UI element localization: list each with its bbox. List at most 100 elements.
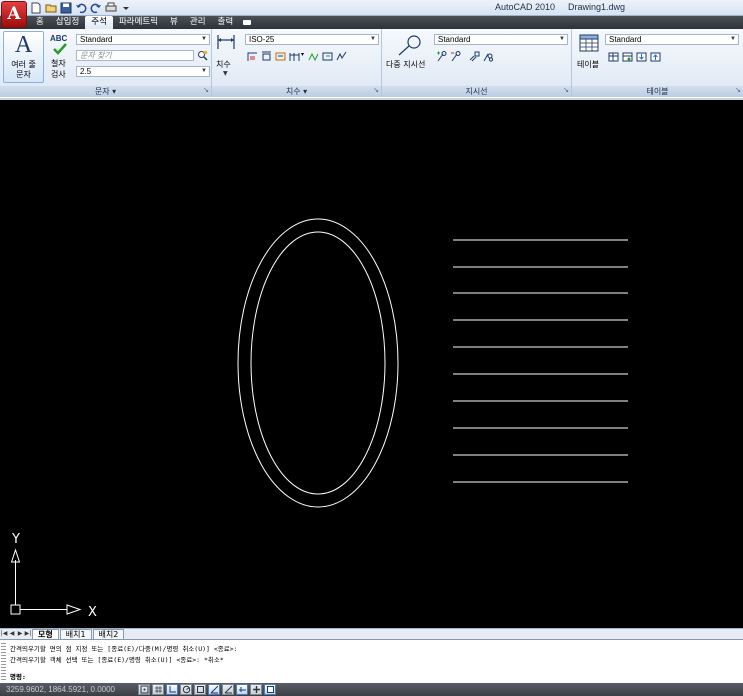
link-data-icon[interactable]	[622, 51, 633, 62]
dynamic-input-icon[interactable]	[236, 684, 248, 695]
last-layout-icon[interactable]: ▶|	[24, 629, 32, 639]
ortho-mode-icon[interactable]	[166, 684, 178, 695]
multileader-icon	[398, 35, 421, 56]
chevron-down-icon: ▼	[559, 36, 565, 42]
spell-label-line1: 철자	[51, 59, 66, 68]
dimension-style-value: ISO-25	[249, 35, 275, 44]
prev-layout-icon[interactable]: ◀	[8, 629, 16, 639]
dropdown-icon[interactable]	[120, 2, 132, 14]
table-button[interactable]: 테이블	[575, 32, 603, 82]
dimension-panel-title: 치수	[285, 87, 301, 96]
mtext-button[interactable]: A 여러 줄 문자	[3, 31, 44, 83]
command-window-grip[interactable]	[1, 643, 6, 681]
chevron-down-icon: ▼	[201, 68, 207, 74]
app-title: AutoCAD 2010	[495, 2, 556, 12]
table-icon	[579, 34, 599, 52]
polar-tracking-icon[interactable]	[180, 684, 192, 695]
jogged-linear-icon[interactable]	[336, 51, 347, 62]
find-replace-icon[interactable]	[197, 50, 208, 61]
text-panel-title: 문자	[94, 87, 110, 96]
text-panel-label[interactable]: 문자 ▾ ↘	[0, 86, 211, 97]
text-height-value: 2.5	[80, 67, 92, 76]
chevron-down-icon: ▼	[370, 36, 376, 42]
download-from-source-icon[interactable]	[636, 51, 647, 62]
dynamic-ucs-icon[interactable]	[222, 684, 234, 695]
add-leader-icon[interactable]	[436, 51, 447, 62]
text-height-select[interactable]: 2.5 ▼	[76, 66, 210, 77]
find-text-placeholder: 문자 찾기	[80, 51, 112, 60]
save-icon[interactable]	[60, 2, 72, 14]
table-panel-label[interactable]: 테이블 ↘	[572, 86, 743, 97]
inner-ellipse[interactable]	[250, 231, 386, 495]
snap-mode-icon[interactable]	[138, 684, 150, 695]
text-style-select[interactable]: Standard ▼	[76, 34, 210, 45]
multileader-style-select[interactable]: Standard ▼	[434, 34, 568, 45]
lineweight-icon[interactable]	[250, 684, 262, 695]
ribbon: A 여러 줄 문자 ABC 철자 검사 Standard ▼ 문자 찾기 2.5 ▼…	[0, 29, 743, 97]
continue-dimension-icon[interactable]	[289, 51, 300, 62]
object-snap-tracking-icon[interactable]	[208, 684, 220, 695]
align-leaders-icon[interactable]	[469, 51, 480, 62]
first-layout-icon[interactable]: |◀	[0, 629, 8, 639]
application-menu-button[interactable]: A	[1, 1, 27, 28]
dialog-launcher-icon[interactable]: ↘	[203, 85, 209, 96]
dimension-panel-label[interactable]: 치수 ▾ ↘	[212, 86, 381, 97]
dialog-launcher-icon[interactable]: ↘	[373, 85, 379, 96]
tab-layout2[interactable]: 배치2	[92, 629, 125, 639]
grid-display-icon[interactable]	[152, 684, 164, 695]
object-snap-icon[interactable]	[194, 684, 206, 695]
outer-ellipse[interactable]	[237, 218, 399, 508]
tab-model[interactable]: 모형	[32, 629, 59, 639]
tab-output[interactable]: 출력	[212, 16, 240, 29]
next-layout-icon[interactable]: ▶	[16, 629, 24, 639]
chevron-down-icon: ▼	[730, 36, 736, 42]
ucs-icon	[10, 548, 82, 615]
text-panel: A 여러 줄 문자 ABC 철자 검사 Standard ▼ 문자 찾기 2.5 ▼…	[0, 29, 212, 97]
checkmark-icon	[53, 43, 67, 55]
command-history-line: 간격띄우기할 면의 점 지정 또는 [종료(E)/다중(M)/명령 취소(U)]…	[10, 645, 238, 653]
remove-leader-icon[interactable]	[450, 51, 461, 62]
drawing-canvas[interactable]: Y X	[0, 100, 743, 628]
chevron-down-icon: ▼	[223, 70, 228, 77]
find-text-input[interactable]: 문자 찾기	[76, 50, 194, 61]
tab-manage[interactable]: 관리	[184, 16, 212, 29]
dimension-style-select[interactable]: ISO-25 ▼	[245, 34, 379, 45]
open-icon[interactable]	[45, 2, 57, 14]
ribbon-minimize-icon[interactable]	[239, 16, 255, 29]
spell-check-button[interactable]: ABC 철자 검사	[48, 32, 72, 82]
command-window[interactable]: 간격띄우기할 면의 점 지정 또는 [종료(E)/다중(M)/명령 취소(U)]…	[0, 639, 743, 683]
dimension-button-label: 치수	[216, 60, 231, 69]
multileader-style-value: Standard	[438, 35, 471, 44]
tab-layout1[interactable]: 배치1	[59, 629, 92, 639]
dimension-space-icon[interactable]	[308, 51, 319, 62]
tab-parametric[interactable]: 파라메트릭	[113, 16, 164, 29]
dimension-button[interactable]: 치수 ▼	[215, 32, 237, 82]
table-style-select[interactable]: Standard ▼	[605, 34, 739, 45]
leader-panel-label[interactable]: 지시선 ↘	[382, 86, 571, 97]
chevron-down-icon[interactable]: ▾	[301, 51, 304, 58]
dimension-break-icon[interactable]	[275, 51, 286, 62]
dialog-launcher-icon[interactable]: ↘	[735, 85, 741, 96]
multileader-button[interactable]: 다중 지시선	[386, 32, 432, 82]
collect-leaders-icon[interactable]	[483, 51, 494, 62]
quick-properties-icon[interactable]	[264, 684, 276, 695]
dialog-launcher-icon[interactable]: ↘	[563, 85, 569, 96]
app-logo: A	[7, 4, 21, 24]
extract-data-icon[interactable]	[608, 51, 619, 62]
new-icon[interactable]	[30, 2, 42, 14]
coordinate-display[interactable]: 3259.9602, 1864.5921, 0.0000	[6, 685, 115, 694]
plot-icon[interactable]	[105, 2, 117, 14]
upload-to-source-icon[interactable]	[650, 51, 661, 62]
redo-icon[interactable]	[90, 2, 102, 14]
baseline-dimension-icon[interactable]	[261, 51, 272, 62]
undo-icon[interactable]	[75, 2, 87, 14]
tab-insert[interactable]: 삽입정	[50, 16, 85, 29]
command-prompt[interactable]: 명령:	[10, 671, 26, 681]
drawing-viewport[interactable]: Y X	[0, 98, 743, 628]
tab-annotate[interactable]: 주석	[85, 16, 113, 29]
inspect-dimension-icon[interactable]	[322, 51, 333, 62]
quick-dimension-icon[interactable]	[247, 51, 258, 62]
text-style-value: Standard	[80, 35, 113, 44]
tab-view[interactable]: 뷰	[164, 16, 184, 29]
tab-home[interactable]: 홈	[30, 16, 50, 29]
